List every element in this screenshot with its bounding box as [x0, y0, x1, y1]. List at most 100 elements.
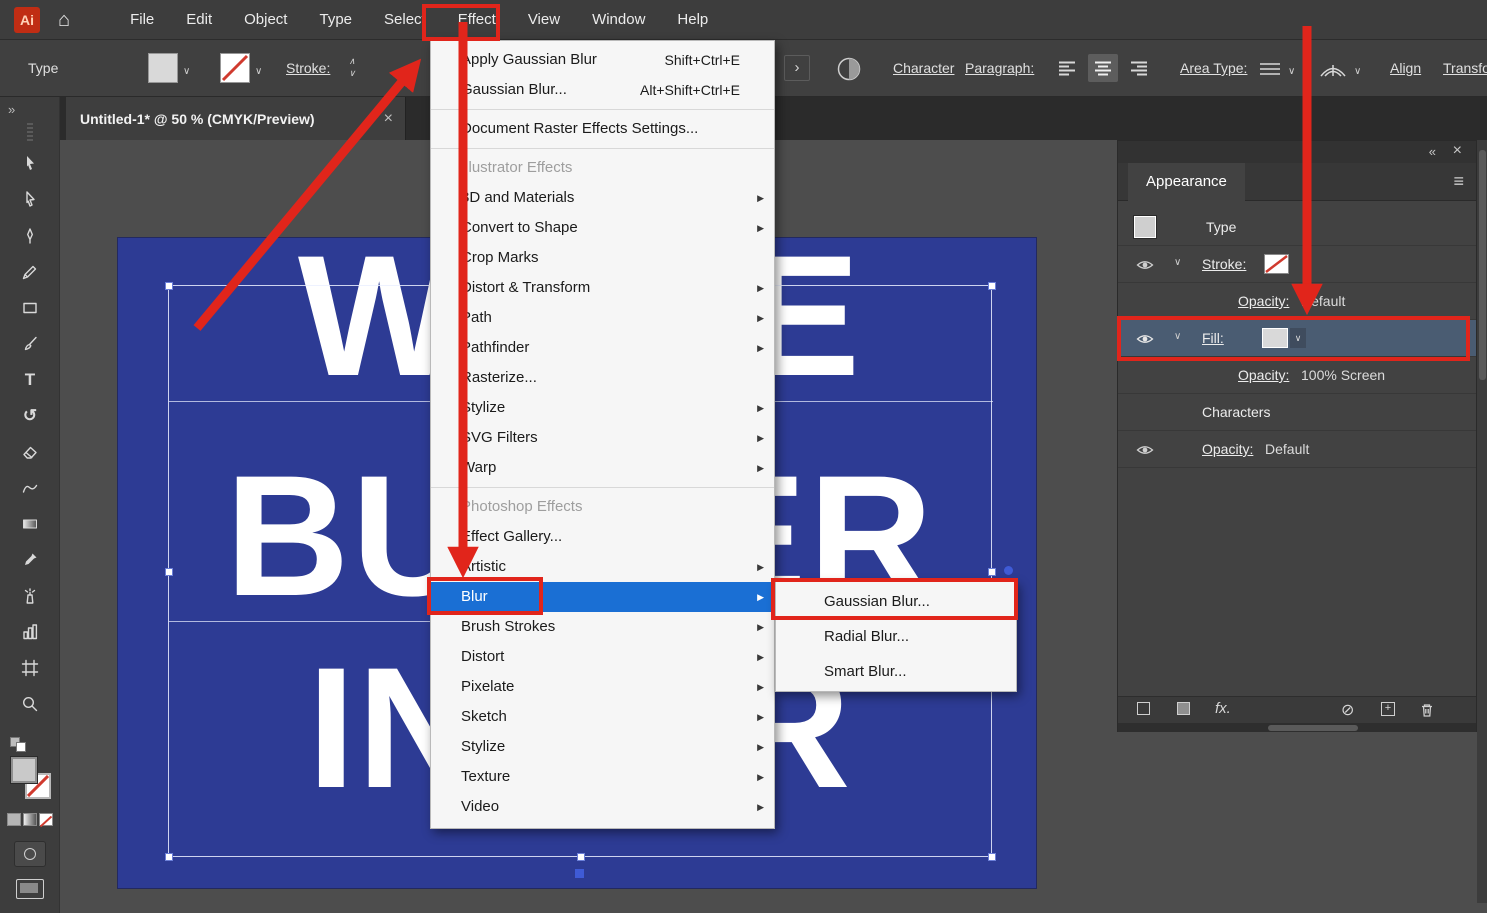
zoom-tool[interactable]	[13, 689, 47, 719]
chevron-down-icon[interactable]: ∨	[255, 66, 262, 77]
effect-menu-item-rasterize[interactable]: Rasterize...	[431, 363, 774, 393]
effect-menu-item-stylize-ps[interactable]: Stylize ▶	[431, 732, 774, 762]
fill-swatch[interactable]	[1262, 328, 1288, 348]
add-new-stroke-icon[interactable]	[1137, 702, 1150, 715]
none-button[interactable]	[39, 813, 53, 826]
effect-menu-item-texture[interactable]: Texture ▶	[431, 762, 774, 792]
effect-menu-item-sketch[interactable]: Sketch ▶	[431, 702, 774, 732]
submenu-item-smart-blur[interactable]: Smart Blur...	[776, 654, 1016, 689]
effect-menu-item-path[interactable]: Path ▶	[431, 303, 774, 333]
scrollbar-handle[interactable]	[1479, 150, 1486, 380]
stroke-weight-stepper[interactable]: ∧ ∨	[344, 53, 360, 83]
scrollbar-handle[interactable]	[1268, 725, 1358, 731]
appearance-row-default-opacity[interactable]: Opacity: Default	[1118, 431, 1476, 468]
fill-color-swatch[interactable]	[11, 757, 37, 783]
align-panel-link[interactable]: Align	[1390, 60, 1421, 76]
transform-panel-link[interactable]: Transfo	[1443, 60, 1487, 76]
selection-handle[interactable]	[577, 853, 585, 861]
rotate-tool[interactable]: ↺	[13, 401, 47, 431]
document-tab[interactable]: Untitled-1* @ 50 % (CMYK/Preview) ×	[66, 97, 406, 140]
submenu-item-radial-blur[interactable]: Radial Blur...	[776, 619, 1016, 654]
eyedropper-tool[interactable]	[13, 545, 47, 575]
menu-window[interactable]: Window	[576, 0, 661, 40]
menu-select[interactable]: Select	[368, 0, 442, 40]
draw-normal-button[interactable]	[14, 841, 46, 867]
direct-selection-tool[interactable]	[13, 185, 47, 215]
gradient-button[interactable]	[23, 813, 37, 826]
chevron-down-icon[interactable]: ∨	[1354, 66, 1361, 77]
baseline-handle[interactable]	[575, 869, 584, 878]
add-new-fill-icon[interactable]	[1177, 702, 1190, 715]
overflow-chevron-button[interactable]: ›	[784, 55, 810, 81]
appearance-row-stroke[interactable]: ∨ Stroke:	[1118, 246, 1476, 283]
panel-close-icon[interactable]: ×	[1453, 142, 1462, 160]
fill-color-control[interactable]	[148, 53, 178, 83]
stroke-color-control[interactable]	[220, 53, 250, 83]
effect-menu-item-pathfinder[interactable]: Pathfinder ▶	[431, 333, 774, 363]
effect-menu-item-distort[interactable]: Distort ▶	[431, 642, 774, 672]
effect-menu-item-blur[interactable]: Blur ▶	[431, 582, 774, 612]
effect-menu-item-apply-gaussian-blur[interactable]: Apply Gaussian Blur Shift+Ctrl+E	[431, 45, 774, 75]
opacity-label[interactable]: Opacity:	[1238, 293, 1289, 309]
artboard-tool[interactable]	[13, 653, 47, 683]
default-fill-stroke-button[interactable]	[10, 737, 30, 753]
warp-options-icon[interactable]	[1318, 59, 1348, 79]
selection-handle[interactable]	[165, 282, 173, 290]
delete-item-icon[interactable]	[1419, 702, 1435, 718]
stroke-weight-label[interactable]: Stroke:	[286, 60, 330, 76]
selection-handle[interactable]	[988, 568, 996, 576]
appearance-row-type[interactable]: Type	[1118, 209, 1476, 246]
effect-menu-item-svg-filters[interactable]: SVG Filters ▶	[431, 423, 774, 453]
chevron-down-icon[interactable]: ∨	[1288, 66, 1295, 77]
eraser-tool[interactable]	[13, 437, 47, 467]
effect-menu-item-convert-to-shape[interactable]: Convert to Shape ▶	[431, 213, 774, 243]
menu-object[interactable]: Object	[228, 0, 303, 40]
visibility-eye-icon[interactable]	[1136, 259, 1154, 271]
effect-menu-item-brush-strokes[interactable]: Brush Strokes ▶	[431, 612, 774, 642]
type-tool[interactable]: T	[13, 365, 47, 395]
menu-effect[interactable]: Effect	[442, 0, 512, 40]
selection-tool[interactable]	[13, 149, 47, 179]
canvas-vertical-scrollbar[interactable]	[1477, 140, 1487, 903]
appearance-tab[interactable]: Appearance	[1128, 163, 1245, 201]
effect-menu-item-artistic[interactable]: Artistic ▶	[431, 552, 774, 582]
effect-menu-item-pixelate[interactable]: Pixelate ▶	[431, 672, 774, 702]
effect-menu-item-crop-marks[interactable]: Crop Marks	[431, 243, 774, 273]
gradient-tool[interactable]	[13, 509, 47, 539]
toolbar-expand-icon[interactable]: »	[8, 102, 15, 117]
tab-close-icon[interactable]: ×	[384, 110, 393, 128]
area-type-label[interactable]: Area Type:	[1180, 60, 1247, 76]
fill-swatch-chevron-icon[interactable]: ∨	[1290, 328, 1306, 348]
effect-menu-item-video[interactable]: Video ▶	[431, 792, 774, 822]
menu-file[interactable]: File	[114, 0, 170, 40]
live-corner-widget[interactable]	[1004, 566, 1013, 575]
fill-row-label[interactable]: Fill:	[1202, 330, 1224, 346]
panel-scrollbar[interactable]	[1118, 723, 1476, 732]
symbol-sprayer-tool[interactable]	[13, 581, 47, 611]
stroke-row-label[interactable]: Stroke:	[1202, 256, 1246, 272]
align-right-button[interactable]	[1124, 54, 1154, 82]
expand-chevron-icon[interactable]: ∨	[1174, 257, 1181, 268]
align-left-button[interactable]	[1052, 54, 1082, 82]
expand-chevron-icon[interactable]: ∨	[1174, 331, 1181, 342]
appearance-row-fill[interactable]: ∨ Fill: ∨	[1118, 320, 1476, 357]
add-effect-button[interactable]: fx.	[1215, 700, 1231, 717]
paintbrush-tool[interactable]	[13, 329, 47, 359]
area-type-options-icon[interactable]	[1258, 60, 1282, 78]
screen-mode-button[interactable]	[16, 879, 44, 899]
effect-menu-item-gaussian-blur[interactable]: Gaussian Blur... Alt+Shift+Ctrl+E	[431, 75, 774, 105]
menu-edit[interactable]: Edit	[170, 0, 228, 40]
pen-tool[interactable]	[13, 221, 47, 251]
shaper-tool[interactable]	[13, 473, 47, 503]
chevron-down-icon[interactable]: ∨	[183, 66, 190, 77]
visibility-eye-icon[interactable]	[1136, 333, 1154, 345]
stroke-swatch[interactable]	[1264, 254, 1289, 274]
appearance-row-fill-opacity[interactable]: Opacity: 100% Screen	[1118, 357, 1476, 394]
opacity-label[interactable]: Opacity:	[1202, 441, 1253, 457]
appearance-row-characters[interactable]: Characters	[1118, 394, 1476, 431]
selection-handle[interactable]	[165, 568, 173, 576]
align-center-button[interactable]	[1088, 54, 1118, 82]
rectangle-tool[interactable]	[13, 293, 47, 323]
selection-handle[interactable]	[165, 853, 173, 861]
selection-handle[interactable]	[988, 853, 996, 861]
